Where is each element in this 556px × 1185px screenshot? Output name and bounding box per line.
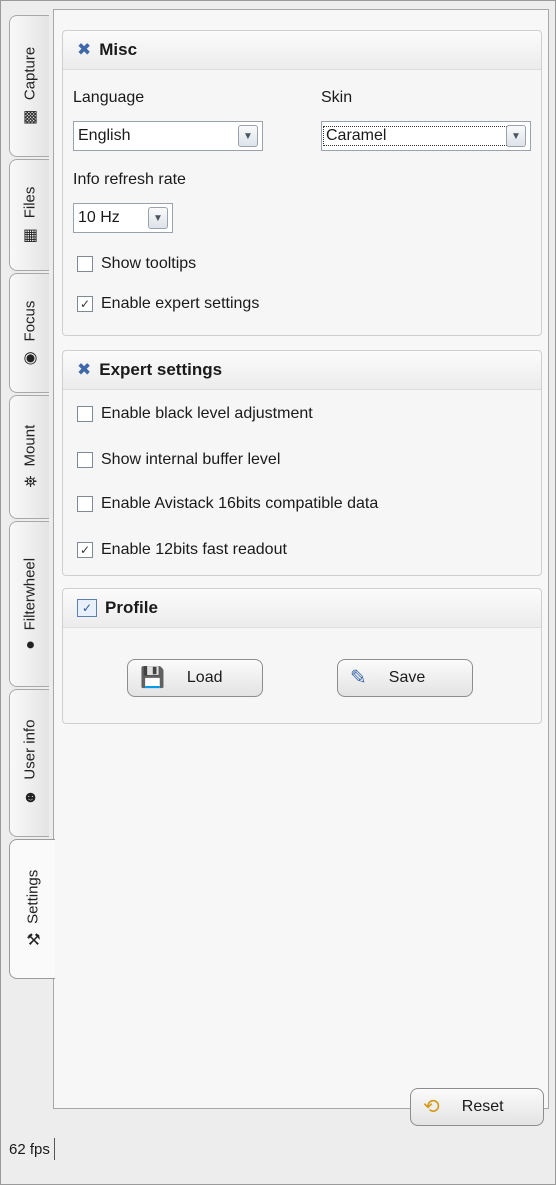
checklist-icon: ✓ (77, 599, 97, 617)
save-icon: ✎ (350, 667, 367, 689)
load-label: Load (186, 669, 223, 686)
tab-settings[interactable]: ⚒ Settings (9, 839, 55, 979)
skin-label: Skin (321, 89, 353, 106)
show-tooltips-label: Show tooltips (101, 255, 197, 272)
vertical-tab-strip: ▩ Capture ▦ Files ◉ Focus ⛯ Mount ● Filterwhe… (9, 11, 55, 1011)
refresh-rate-label: Info refresh rate (73, 171, 186, 188)
misc-group-title: Misc (99, 40, 138, 59)
status-bar: 62 fps (1, 1129, 556, 1169)
save-label: Save (388, 669, 426, 686)
tab-capture[interactable]: ▩ Capture (9, 15, 49, 157)
reset-button[interactable]: ⟲ Reset (410, 1088, 544, 1126)
chevron-down-icon[interactable]: ▼ (238, 125, 258, 147)
reset-label: Reset (461, 1098, 504, 1115)
filterwheel-icon: ● (24, 636, 35, 654)
fast-readout-checkbox[interactable]: ✓ Enable 12bits fast readout (77, 541, 287, 559)
profile-group: ✓ Profile 💾 Load ✎ Save (62, 588, 542, 724)
tab-files[interactable]: ▦ Files (9, 159, 49, 271)
film-icon: ▦ (21, 226, 38, 244)
skin-value: Caramel (323, 126, 507, 146)
chevron-down-icon[interactable]: ▼ (506, 125, 526, 147)
checkbox-box[interactable] (77, 452, 93, 468)
black-level-checkbox[interactable]: Enable black level adjustment (77, 405, 313, 423)
language-value: English (78, 127, 131, 144)
misc-group: ✖ Misc Language Skin English ▼ Caramel ▼… (62, 30, 542, 336)
save-button[interactable]: ✎ Save (337, 659, 473, 697)
enable-expert-settings-checkbox[interactable]: ✓ Enable expert settings (77, 295, 259, 313)
language-select[interactable]: English ▼ (73, 121, 263, 151)
profile-title: Profile (105, 598, 158, 617)
fast-readout-label: Enable 12bits fast readout (101, 541, 287, 558)
skin-select[interactable]: Caramel ▼ (321, 121, 531, 151)
fps-readout: 62 fps (9, 1140, 50, 1158)
tools-icon: ⚒ (25, 932, 40, 950)
expert-settings-title: Expert settings (99, 360, 223, 379)
telescope-icon: ⛯ (23, 473, 36, 491)
settings-panel: ✖ Misc Language Skin English ▼ Caramel ▼… (53, 9, 549, 1126)
checkbox-box[interactable]: ✓ (77, 296, 93, 312)
buffer-level-label: Show internal buffer level (101, 451, 281, 468)
status-separator (53, 1138, 55, 1160)
profile-header: ✓ Profile (63, 589, 541, 628)
settings-window: ▩ Capture ▦ Files ◉ Focus ⛯ Mount ● Filterwhe… (0, 0, 556, 1185)
tools-icon: ✖ (77, 40, 92, 59)
misc-group-header: ✖ Misc (63, 31, 541, 70)
expert-settings-group: ✖ Expert settings Enable black level adj… (62, 350, 542, 576)
checkbox-box[interactable] (77, 406, 93, 422)
enable-expert-settings-label: Enable expert settings (101, 295, 260, 312)
show-tooltips-checkbox[interactable]: Show tooltips (77, 255, 196, 273)
checkbox-box[interactable] (77, 256, 93, 272)
tab-focus[interactable]: ◉ Focus (9, 273, 49, 393)
refresh-rate-select[interactable]: 10 Hz ▼ (73, 203, 173, 233)
tab-mount[interactable]: ⛯ Mount (9, 395, 49, 519)
tools-icon: ✖ (77, 360, 92, 379)
expert-settings-header: ✖ Expert settings (63, 351, 541, 390)
load-icon: 💾 (140, 667, 165, 689)
load-button[interactable]: 💾 Load (127, 659, 263, 697)
tab-user-info[interactable]: ☻ User info (9, 689, 49, 837)
avistack-16bits-checkbox[interactable]: Enable Avistack 16bits compatible data (77, 495, 378, 513)
language-label: Language (73, 89, 145, 106)
avistack-16bits-label: Enable Avistack 16bits compatible data (101, 495, 379, 512)
refresh-rate-value: 10 Hz (78, 209, 120, 226)
checkbox-box[interactable]: ✓ (77, 542, 93, 558)
chevron-down-icon[interactable]: ▼ (148, 207, 168, 229)
reset-icon: ⟲ (423, 1096, 440, 1118)
tab-filterwheel[interactable]: ● Filterwheel (9, 521, 49, 687)
buffer-level-checkbox[interactable]: Show internal buffer level (77, 451, 280, 469)
black-level-label: Enable black level adjustment (101, 405, 313, 422)
user-icon: ☻ (21, 789, 38, 807)
target-icon: ◉ (22, 349, 37, 367)
checkbox-box[interactable] (77, 496, 93, 512)
camera-icon: ▩ (21, 108, 38, 126)
